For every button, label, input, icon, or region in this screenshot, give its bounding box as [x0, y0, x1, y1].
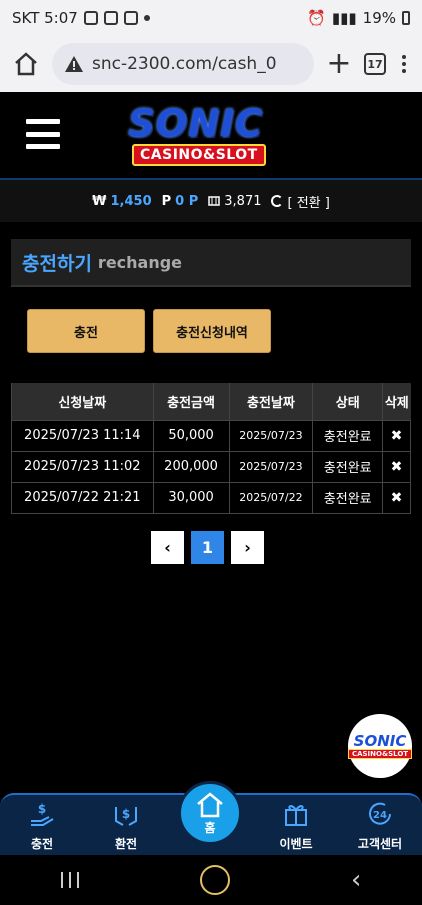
floating-logo-button[interactable]: SONIC CASINO&SLOT	[347, 714, 413, 778]
nav-charge[interactable]: $ 충전	[2, 799, 82, 852]
carrier-time: SKT 5:07	[12, 9, 78, 27]
charge-records-table: 신청날짜 충전금액 충전날짜 상태 삭제 2025/07/23 11:14 50…	[11, 383, 411, 514]
cell-request-date: 2025/07/23 11:02	[11, 450, 154, 483]
point-balance: P 0 P	[162, 194, 199, 209]
delete-icon[interactable]: ✖	[382, 481, 411, 514]
charge-button[interactable]: 충전	[27, 309, 145, 353]
status-bar: SKT 5:07 ⏰ ▮▮▮ 19%	[0, 0, 422, 36]
cell-charge-date: 2025/07/23	[228, 450, 314, 483]
browser-home-button[interactable]	[10, 48, 42, 80]
page-title-korean: 충전하기	[22, 252, 92, 275]
exchange-label: [ 전환 ]	[287, 195, 330, 211]
cell-request-date: 2025/07/22 21:21	[11, 481, 154, 514]
page-title-english: rechange	[97, 252, 183, 272]
chip-value: 3,871	[224, 193, 262, 209]
notification-icon	[83, 11, 98, 25]
won-symbol: ₩	[92, 193, 107, 209]
refresh-icon	[271, 195, 284, 207]
warning-icon	[65, 56, 83, 72]
battery-percent: 19%	[362, 9, 396, 27]
balance-bar: ₩ 1,450 P 0 P 3,871 [ 전환 ]	[0, 178, 422, 222]
svg-text:$: $	[38, 802, 46, 816]
logo-sub-text: CASINO&SLOT	[132, 144, 266, 166]
support-24h-icon: 24	[369, 802, 391, 825]
nav-home[interactable]: 홈	[178, 781, 242, 845]
cell-amount: 50,000	[152, 419, 230, 452]
site-logo[interactable]: SONIC CASINO&SLOT	[118, 102, 304, 168]
float-logo-sub: CASINO&SLOT	[347, 748, 413, 759]
delete-icon[interactable]: ✖	[382, 419, 411, 452]
site-header: SONIC CASINO&SLOT	[0, 92, 422, 178]
new-tab-button[interactable]: +	[324, 49, 354, 79]
page-1-button[interactable]: 1	[191, 531, 224, 564]
cell-amount: 30,000	[152, 481, 230, 514]
cell-amount: 200,000	[152, 450, 230, 483]
signal-icon: ▮▮▮	[331, 9, 357, 27]
won-value: 1,450	[110, 193, 152, 209]
header-charge-date: 충전날짜	[228, 383, 313, 420]
point-value: 0 P	[175, 193, 199, 209]
point-symbol: P	[161, 193, 172, 209]
cell-charge-date: 2025/07/22	[228, 481, 314, 514]
hamburger-menu-icon[interactable]	[26, 119, 60, 149]
chip-icon	[208, 196, 221, 206]
nav-support[interactable]: 24 고객센터	[340, 799, 420, 852]
gift-icon	[285, 805, 307, 826]
header-request-date: 신청날짜	[11, 383, 154, 420]
table-row: 2025/07/23 11:14 50,000 2025/07/23 충전완료 …	[11, 419, 411, 452]
chip-balance: 3,871	[208, 194, 261, 209]
notification-icon	[103, 11, 118, 25]
url-field[interactable]: snc-2300.com/cash_0	[52, 43, 314, 85]
pagination: ‹ 1 ›	[151, 531, 264, 564]
logo-main-text: SONIC	[128, 102, 263, 145]
recent-apps-icon[interactable]	[60, 872, 79, 888]
battery-icon	[402, 11, 410, 25]
svg-text:$: $	[122, 807, 130, 821]
more-notifications-icon	[143, 15, 150, 21]
table-row: 2025/07/23 11:02 200,000 2025/07/23 충전완료…	[11, 450, 411, 483]
browser-toolbar: snc-2300.com/cash_0 + 17	[0, 36, 422, 92]
table-header-row: 신청날짜 충전금액 충전날짜 상태 삭제	[11, 383, 411, 420]
browser-menu-button[interactable]	[396, 55, 412, 73]
float-logo-main: SONIC	[353, 731, 407, 750]
cell-request-date: 2025/07/23 11:14	[11, 419, 154, 452]
cell-status: 충전완료	[312, 481, 384, 514]
cell-status: 충전완료	[312, 419, 384, 452]
android-nav-bar: ‹	[0, 855, 422, 905]
nav-exchange[interactable]: $ 환전	[86, 799, 166, 852]
checkbox-notification-icon	[123, 11, 138, 25]
nav-support-label: 고객센터	[357, 837, 403, 851]
nav-event-label: 이벤트	[279, 837, 313, 851]
home-icon	[197, 791, 223, 817]
won-balance: ₩ 1,450	[92, 194, 151, 209]
charge-history-button[interactable]: 충전신청내역	[153, 309, 271, 353]
nav-charge-label: 충전	[30, 837, 54, 851]
alarm-icon: ⏰	[307, 9, 326, 27]
svg-text:24: 24	[373, 810, 387, 821]
home-icon	[15, 52, 37, 76]
delete-icon[interactable]: ✖	[382, 450, 411, 483]
back-icon[interactable]: ‹	[351, 865, 361, 895]
charge-hand-icon: $	[31, 802, 54, 826]
exchange-button[interactable]: [ 전환 ]	[271, 192, 330, 211]
nav-home-label: 홈	[204, 820, 216, 835]
nav-exchange-label: 환전	[114, 837, 138, 851]
nav-event[interactable]: 이벤트	[256, 799, 336, 852]
table-row: 2025/07/22 21:21 30,000 2025/07/22 충전완료 …	[11, 481, 411, 514]
android-home-icon[interactable]	[199, 865, 230, 895]
tab-switcher-button[interactable]: 17	[364, 53, 386, 75]
prev-page-button[interactable]: ‹	[151, 531, 184, 564]
header-status: 상태	[312, 383, 383, 420]
header-amount: 충전금액	[152, 383, 229, 420]
cell-status: 충전완료	[312, 450, 384, 483]
cell-charge-date: 2025/07/23	[228, 419, 314, 452]
next-page-button[interactable]: ›	[231, 531, 264, 564]
url-text: snc-2300.com/cash_0	[92, 54, 277, 74]
page-title: 충전하기 rechange	[11, 239, 411, 287]
header-delete: 삭제	[382, 383, 411, 420]
exchange-hands-icon: $	[115, 807, 137, 826]
